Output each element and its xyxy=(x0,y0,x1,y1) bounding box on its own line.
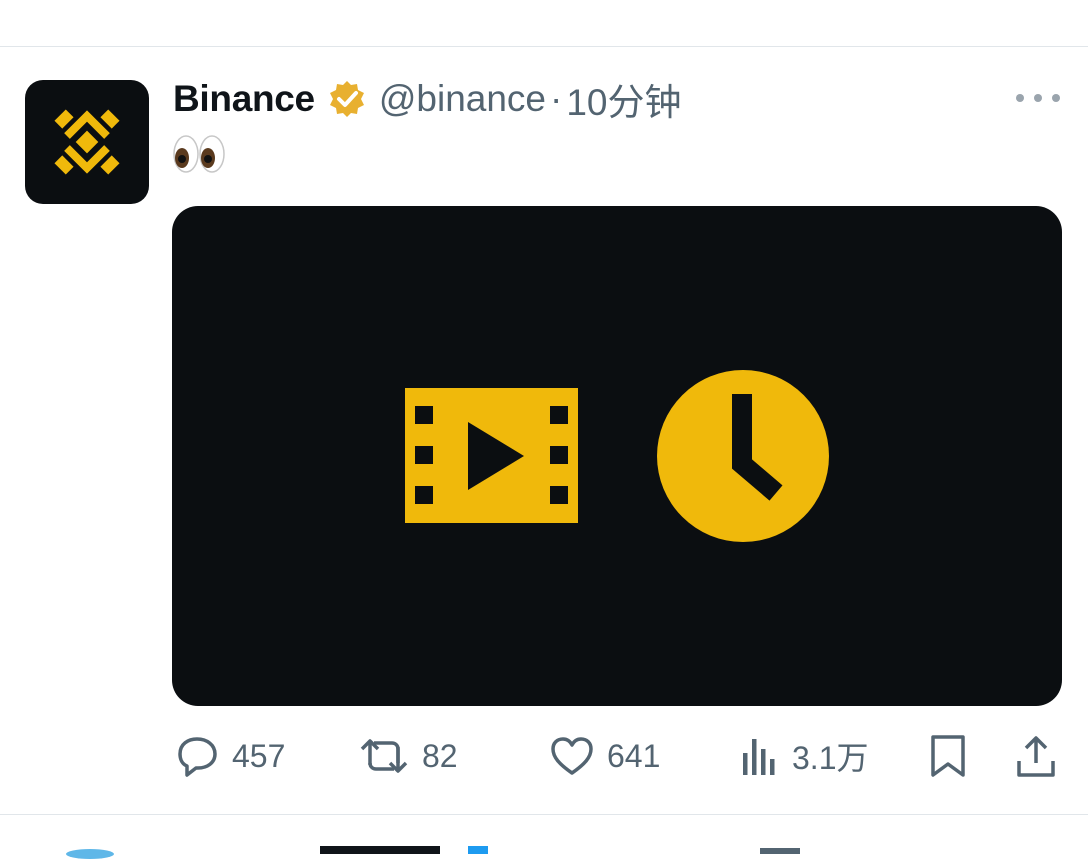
reply-icon[interactable] xyxy=(188,0,218,6)
timestamp[interactable]: 10分钟 xyxy=(566,72,681,126)
share-icon[interactable] xyxy=(1016,0,1056,6)
like-button[interactable]: 641 xyxy=(549,728,660,784)
clock-icon xyxy=(657,370,829,542)
like-icon[interactable] xyxy=(555,0,585,6)
previous-tweet-actions xyxy=(0,0,1088,8)
handle[interactable]: @binance xyxy=(379,78,546,120)
avatar[interactable] xyxy=(25,80,149,204)
like-icon xyxy=(551,737,593,775)
media-graphic xyxy=(405,370,829,542)
share-button[interactable] xyxy=(1014,728,1058,784)
tweet-header: Binance @binance · 10分钟 xyxy=(173,76,682,123)
views-button[interactable]: 3.1万 xyxy=(740,728,869,784)
video-icon xyxy=(405,388,578,523)
display-name[interactable]: Binance xyxy=(173,78,315,120)
tweet-text-emoji xyxy=(172,132,228,176)
views-count: 3.1万 xyxy=(792,740,869,776)
reply-count: 457 xyxy=(232,737,286,774)
more-options-icon[interactable] xyxy=(1016,88,1060,108)
like-count: 641 xyxy=(607,737,661,774)
verified-badge-icon xyxy=(327,79,367,119)
retweet-button[interactable]: 82 xyxy=(358,728,458,784)
tweet-media[interactable] xyxy=(172,206,1062,706)
reply-icon xyxy=(178,737,217,777)
retweet-icon[interactable] xyxy=(368,0,412,6)
reply-button[interactable]: 457 xyxy=(174,728,285,784)
views-icon xyxy=(743,739,775,775)
bookmark-icon xyxy=(931,735,965,777)
eyes-emoji-icon xyxy=(173,135,225,173)
share-icon xyxy=(1017,736,1055,777)
bookmark-icon[interactable] xyxy=(930,0,964,6)
retweet-icon xyxy=(360,739,408,773)
retweet-count: 82 xyxy=(422,737,458,774)
bookmark-button[interactable] xyxy=(928,728,968,784)
bottom-divider xyxy=(0,814,1088,815)
top-divider xyxy=(0,46,1088,47)
tweet-actions: 457 82 641 3.1万 xyxy=(0,728,1088,784)
next-tweet-peek xyxy=(0,840,1088,860)
views-icon[interactable] xyxy=(742,0,778,6)
binance-logo-icon xyxy=(54,109,120,175)
separator-dot: · xyxy=(550,78,563,119)
